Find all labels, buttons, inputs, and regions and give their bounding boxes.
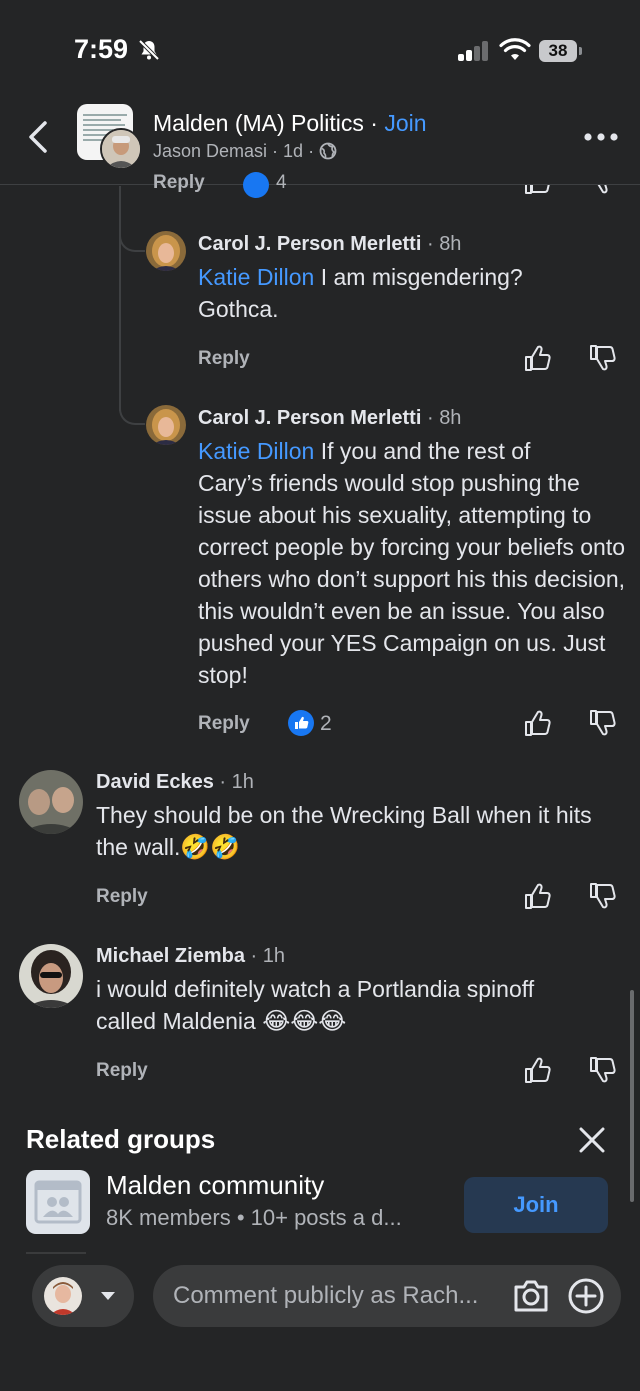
partial-like-count: 4 [276, 172, 287, 193]
more-icon[interactable] [583, 132, 619, 142]
commenter-avatar[interactable] [19, 770, 83, 834]
join-group-button[interactable]: Join [464, 1177, 608, 1233]
thumbs-down-icon[interactable] [588, 881, 618, 911]
back-arrow-icon[interactable] [26, 120, 50, 154]
header-join-link[interactable]: Join [384, 110, 426, 136]
mention-link[interactable]: Katie Dillon [198, 264, 314, 290]
commenter-name[interactable]: Michael Ziemba · 1h [96, 945, 285, 968]
emoji: 😂😂😂 [262, 1008, 347, 1035]
bell-slash-icon [138, 39, 160, 61]
comment-placeholder: Comment publicly as Rach... [173, 1282, 479, 1309]
plus-circle-icon[interactable] [567, 1277, 605, 1315]
thumbs-up-icon[interactable] [523, 881, 553, 911]
battery-tip [579, 47, 582, 55]
commenter-avatar[interactable] [146, 405, 186, 445]
thumbs-down-icon[interactable] [588, 1055, 618, 1085]
user-avatar [44, 1277, 82, 1315]
related-group-name[interactable]: Malden community [106, 1170, 324, 1201]
chevron-down-icon [101, 1292, 115, 1300]
thread-connector [119, 399, 145, 425]
reply-button[interactable]: Reply [96, 886, 148, 908]
reply-button[interactable]: Reply [198, 348, 250, 370]
partial-like-badge-icon [243, 172, 269, 198]
like-count: 2 [320, 712, 332, 735]
comment-text: They should be on the Wrecking Ball when… [96, 802, 592, 861]
commenter-avatar[interactable] [19, 944, 83, 1008]
thumbs-down-icon[interactable] [588, 343, 618, 373]
reply-button[interactable]: Reply [96, 1060, 148, 1082]
thumbs-down-icon[interactable] [588, 708, 618, 738]
post-meta: Jason Demasi · 1d · [153, 141, 337, 162]
related-group-meta: 8K members • 10+ posts a d... [106, 1205, 402, 1230]
globe-icon [319, 142, 337, 160]
commenter-name[interactable]: David Eckes · 1h [96, 771, 254, 794]
next-group-edge [26, 1252, 86, 1254]
commenter-name[interactable]: Carol J. Person Merletti · 8h [198, 233, 461, 256]
reply-button[interactable]: Reply [198, 713, 250, 735]
status-time: 7:59 [74, 34, 129, 64]
emoji: 🤣🤣 [180, 834, 241, 861]
header-divider [0, 184, 640, 185]
wifi-icon [499, 38, 531, 60]
poster-avatar[interactable] [100, 128, 142, 170]
battery-icon: 38 [539, 40, 577, 62]
mention-link[interactable]: Katie Dillon [198, 438, 314, 464]
signal-icon [458, 41, 490, 61]
commenter-avatar[interactable] [146, 231, 186, 271]
like-badge-icon[interactable] [288, 710, 314, 736]
close-icon[interactable] [578, 1126, 606, 1154]
thumbs-up-icon[interactable] [523, 343, 553, 373]
identity-switcher[interactable] [32, 1265, 134, 1327]
camera-icon[interactable] [512, 1278, 550, 1314]
post-age: 1d [283, 141, 304, 161]
related-groups-title: Related groups [26, 1124, 216, 1154]
thread-connector [119, 226, 145, 252]
comment-text: Katie Dillon I am misgendering? Gothca. [198, 264, 523, 322]
thread-line [119, 186, 121, 411]
thumbs-up-icon[interactable] [523, 708, 553, 738]
thumbs-up-icon[interactable] [523, 1055, 553, 1085]
scrollbar[interactable] [630, 990, 634, 1202]
group-title[interactable]: Malden (MA) Politics · Join [153, 110, 427, 137]
group-icon[interactable] [26, 1170, 90, 1234]
comment-text: Katie Dillon If you and the rest of Cary’… [198, 438, 626, 688]
commenter-name[interactable]: Carol J. Person Merletti · 8h [198, 407, 461, 430]
partial-reply-button[interactable]: Reply [153, 172, 205, 194]
comment-text: i would definitely watch a Portlandia sp… [96, 976, 535, 1035]
poster-name[interactable]: Jason Demasi [153, 141, 267, 161]
